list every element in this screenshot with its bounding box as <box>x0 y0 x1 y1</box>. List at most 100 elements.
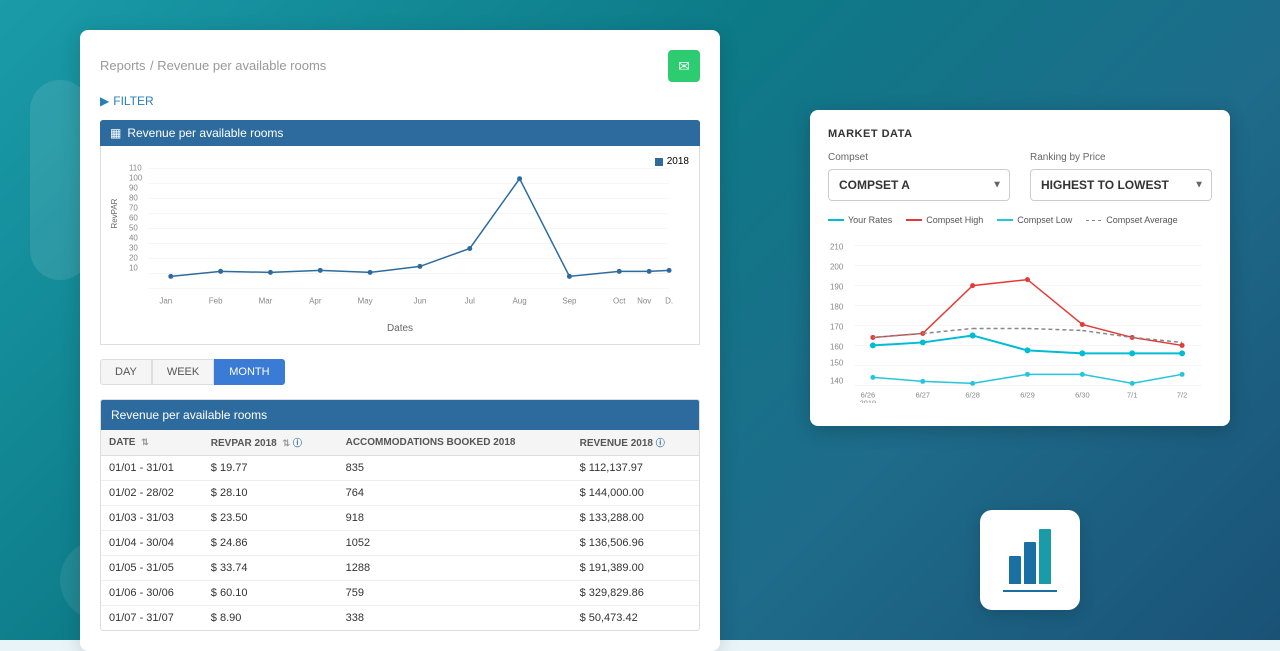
compset-select-wrapper: COMPSET A COMPSET B COMPSET C ▼ <box>828 169 1010 201</box>
svg-text:6/28: 6/28 <box>965 390 980 399</box>
svg-text:7/1: 7/1 <box>1127 390 1137 399</box>
table-header-row: DATE ⇅ REVPAR 2018 ⇅ ⓘ ACCOMMODATIONS BO… <box>101 430 699 456</box>
table-row: 01/04 - 30/04 $ 24.86 1052 $ 136,506.96 <box>101 531 699 556</box>
legend-color-box <box>655 158 663 166</box>
sort-icon[interactable]: ⇅ <box>141 437 149 448</box>
filter-toggle[interactable]: ▶ FILTER <box>100 94 700 108</box>
svg-text:2019: 2019 <box>860 398 877 403</box>
sort-icon[interactable]: ⇅ <box>283 438 291 449</box>
bar-chart-icon: ▦ <box>110 126 121 140</box>
col-date: DATE ⇅ <box>101 430 203 456</box>
info-icon-revenue: ⓘ <box>656 438 665 448</box>
svg-text:D.: D. <box>665 296 673 305</box>
svg-text:160: 160 <box>830 342 844 351</box>
legend-compset-avg: Compset Average <box>1086 215 1177 225</box>
svg-text:Oct: Oct <box>613 296 626 305</box>
chart-legend-year: 2018 <box>667 156 689 167</box>
svg-text:190: 190 <box>830 283 844 292</box>
bar-icon-container <box>1003 529 1057 592</box>
legend-line-your-rates <box>828 219 844 221</box>
svg-text:170: 170 <box>830 322 844 331</box>
info-icon: ⓘ <box>293 438 302 448</box>
svg-text:Feb: Feb <box>209 296 223 305</box>
svg-text:May: May <box>358 296 373 305</box>
svg-text:150: 150 <box>830 358 844 367</box>
reports-title: Reports / Revenue per available rooms <box>100 57 326 75</box>
col-revenue: REVENUE 2018 ⓘ <box>572 430 699 456</box>
table-row: 01/01 - 31/01 $ 19.77 835 $ 112,137.97 <box>101 456 699 481</box>
line-chart-svg: 110 100 90 80 70 60 50 40 30 20 10 RevPA… <box>111 156 689 316</box>
svg-text:50: 50 <box>129 224 138 233</box>
market-chart-svg: 210 200 190 180 170 160 150 140 <box>828 233 1212 403</box>
icon-card <box>980 510 1080 610</box>
day-button[interactable]: DAY <box>100 359 152 385</box>
month-button[interactable]: MONTH <box>214 359 284 385</box>
svg-text:70: 70 <box>129 204 138 213</box>
chart-x-label: Dates <box>111 323 689 334</box>
table-row: 01/05 - 31/05 $ 33.74 1288 $ 191,389.00 <box>101 556 699 581</box>
svg-text:210: 210 <box>830 243 844 252</box>
svg-text:60: 60 <box>129 214 138 223</box>
page-title: Reports <box>100 58 146 73</box>
chart-header: ▦ Revenue per available rooms <box>100 120 700 146</box>
svg-text:10: 10 <box>129 263 138 272</box>
svg-text:Aug: Aug <box>512 296 526 305</box>
compset-select[interactable]: COMPSET A COMPSET B COMPSET C <box>828 169 1010 201</box>
svg-text:80: 80 <box>129 194 138 203</box>
week-button[interactable]: WEEK <box>152 359 214 385</box>
page-subtitle: / Revenue per available rooms <box>150 58 326 73</box>
table-row: 01/06 - 30/06 $ 60.10 759 $ 329,829.86 <box>101 581 699 606</box>
ranking-control: Ranking by Price HIGHEST TO LOWEST LOWES… <box>1030 152 1212 201</box>
reports-card: Reports / Revenue per available rooms ✉ … <box>80 30 720 651</box>
svg-text:180: 180 <box>830 303 844 312</box>
svg-text:Jun: Jun <box>414 296 427 305</box>
table-header: Revenue per available rooms <box>101 400 699 430</box>
svg-text:Apr: Apr <box>309 296 322 305</box>
svg-text:Mar: Mar <box>259 296 273 305</box>
svg-text:100: 100 <box>129 174 143 183</box>
legend-compset-low: Compset Low <box>997 215 1072 225</box>
data-table: DATE ⇅ REVPAR 2018 ⇅ ⓘ ACCOMMODATIONS BO… <box>101 430 699 630</box>
table-row: 01/02 - 28/02 $ 28.10 764 $ 144,000.00 <box>101 481 699 506</box>
bar-base-line <box>1003 590 1057 592</box>
compset-control: Compset COMPSET A COMPSET B COMPSET C ▼ <box>828 152 1010 201</box>
filter-label: FILTER <box>113 94 153 108</box>
bar-icon <box>1009 529 1051 590</box>
svg-text:6/27: 6/27 <box>915 390 930 399</box>
time-period-buttons: DAY WEEK MONTH <box>100 359 700 385</box>
market-controls: Compset COMPSET A COMPSET B COMPSET C ▼ … <box>828 152 1212 201</box>
svg-text:7/2: 7/2 <box>1177 390 1187 399</box>
svg-text:20: 20 <box>129 253 138 262</box>
svg-text:Jan: Jan <box>159 296 172 305</box>
ranking-select-wrapper: HIGHEST TO LOWEST LOWEST TO HIGHEST ▼ <box>1030 169 1212 201</box>
table-row: 01/07 - 31/07 $ 8.90 338 $ 50,473.42 <box>101 606 699 631</box>
svg-text:RevPAR: RevPAR <box>111 198 119 228</box>
reports-header: Reports / Revenue per available rooms ✉ <box>100 50 700 82</box>
data-table-container: Revenue per available rooms DATE ⇅ REVPA… <box>100 399 700 631</box>
svg-text:30: 30 <box>129 243 138 252</box>
legend-line-compset-high <box>906 219 922 221</box>
market-data-card: MARKET DATA Compset COMPSET A COMPSET B … <box>810 110 1230 426</box>
svg-text:110: 110 <box>129 164 142 173</box>
legend-compset-high: Compset High <box>906 215 983 225</box>
svg-text:Sep: Sep <box>562 296 577 305</box>
market-legend: Your Rates Compset High Compset Low Comp… <box>828 215 1212 225</box>
compset-label: Compset <box>828 152 1010 163</box>
chart-title: Revenue per available rooms <box>127 126 283 140</box>
chart-legend: 2018 <box>655 156 689 167</box>
svg-text:Nov: Nov <box>637 296 651 305</box>
svg-text:40: 40 <box>129 233 138 242</box>
ranking-select[interactable]: HIGHEST TO LOWEST LOWEST TO HIGHEST <box>1030 169 1212 201</box>
col-accommodations: ACCOMMODATIONS BOOKED 2018 <box>338 430 572 456</box>
legend-your-rates: Your Rates <box>828 215 892 225</box>
bar-2 <box>1024 542 1036 584</box>
revenue-chart: ▦ Revenue per available rooms 2018 110 1… <box>100 120 700 345</box>
svg-text:Jul: Jul <box>465 296 475 305</box>
svg-text:6/30: 6/30 <box>1075 390 1090 399</box>
svg-text:140: 140 <box>830 376 844 385</box>
ranking-label: Ranking by Price <box>1030 152 1212 163</box>
email-button[interactable]: ✉ <box>668 50 700 82</box>
svg-text:200: 200 <box>830 263 844 272</box>
svg-text:6/29: 6/29 <box>1020 390 1035 399</box>
legend-line-compset-low <box>997 219 1013 221</box>
